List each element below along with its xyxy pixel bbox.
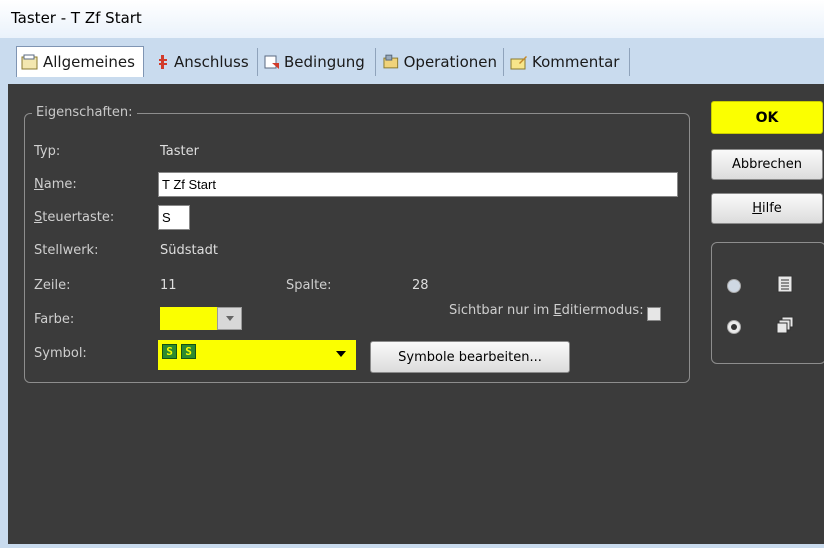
title-bar: Taster - T Zf Start <box>0 0 824 38</box>
symbol-preview-1: S <box>162 344 177 359</box>
stellwerk-label: Stellwerk: <box>34 243 99 258</box>
list-view-radio[interactable] <box>727 279 741 293</box>
symbol-label: Symbol: <box>34 346 87 361</box>
symbol-dropdown-arrow-icon[interactable] <box>336 351 346 357</box>
window-view-icon <box>776 316 794 334</box>
stellwerk-value: Südstadt <box>160 243 218 258</box>
tab-operationen-label: Operationen <box>403 53 497 71</box>
steuertaste-label: Steuertaste: <box>34 210 114 225</box>
view-options-group <box>711 242 824 364</box>
tab-bedingung-label: Bedingung <box>284 53 365 71</box>
hilfe-button[interactable]: Hilfe <box>711 193 823 224</box>
name-label-text: ame: <box>43 177 77 192</box>
color-swatch[interactable] <box>160 307 217 330</box>
tab-bedingung[interactable]: Bedingung <box>260 48 376 76</box>
zeile-label: Zeile: <box>34 278 71 293</box>
tab-anschluss[interactable]: Anschluss <box>152 48 258 76</box>
properties-legend: Eigenschaften: <box>32 105 137 120</box>
steuertaste-input[interactable] <box>158 205 190 230</box>
zeile-value: 11 <box>160 278 177 293</box>
ok-button[interactable]: OK <box>711 101 823 134</box>
tab-condition-icon <box>264 55 279 69</box>
sichtbar-checkbox[interactable] <box>647 307 661 321</box>
symbol-preview-2: S <box>181 344 196 359</box>
tab-strip: Allgemeines Anschluss Bedingung Operatio… <box>8 38 824 86</box>
tab-operations-icon <box>383 54 399 69</box>
typ-label: Typ: <box>34 144 61 159</box>
tab-kommentar-label: Kommentar <box>532 53 620 71</box>
spalte-value: 28 <box>412 278 429 293</box>
window-title: Taster - T Zf Start <box>11 9 142 27</box>
sichtbar-label-post: ditiermodus: <box>561 303 644 318</box>
steuertaste-label-text: teuertaste: <box>42 210 115 225</box>
tab-anschluss-label: Anschluss <box>174 53 249 71</box>
tab-operationen[interactable]: Operationen <box>378 48 504 76</box>
sichtbar-label-pre: Sichtbar nur im <box>449 303 554 318</box>
typ-value: Taster <box>160 144 199 159</box>
tab-connection-icon <box>159 55 167 69</box>
name-input[interactable] <box>158 172 678 197</box>
properties-group <box>24 113 690 383</box>
tab-general-icon <box>21 54 38 70</box>
tab-comment-icon <box>510 56 527 70</box>
hilfe-accel: H <box>752 201 762 216</box>
abbrechen-button[interactable]: Abbrechen <box>711 149 823 180</box>
hilfe-text: ilfe <box>761 201 782 216</box>
farbe-label: Farbe: <box>34 312 75 327</box>
spalte-label: Spalte: <box>286 278 332 293</box>
tab-allgemeines[interactable]: Allgemeines <box>16 46 144 77</box>
window-view-radio[interactable] <box>727 320 741 334</box>
name-label: Name: <box>34 177 77 192</box>
color-dropdown-button[interactable] <box>217 307 242 330</box>
sichtbar-label: Sichtbar nur im Editiermodus: <box>449 303 644 318</box>
tab-allgemeines-label: Allgemeines <box>43 53 135 71</box>
symbole-bearbeiten-button[interactable]: Symbole bearbeiten... <box>370 341 570 373</box>
sichtbar-label-accel: E <box>553 303 562 318</box>
chevron-down-icon <box>225 316 234 321</box>
dialog-window: Taster - T Zf Start Allgemeines Anschlus… <box>0 0 824 548</box>
tab-kommentar[interactable]: Kommentar <box>506 48 630 76</box>
list-view-icon <box>777 275 793 293</box>
name-label-accel: N <box>34 177 44 192</box>
